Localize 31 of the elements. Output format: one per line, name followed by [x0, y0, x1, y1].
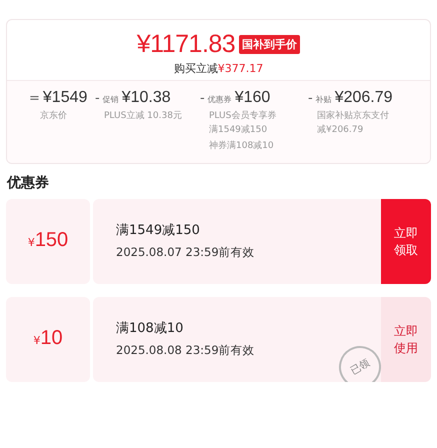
- operator-sign: =: [29, 91, 40, 106]
- saving-amount: ¥377.17: [218, 62, 264, 75]
- coupon-value: 150: [34, 229, 68, 252]
- price-badge: 国补到手价: [239, 35, 300, 54]
- section-title: 优惠券: [7, 174, 50, 192]
- price-item-note: 京东价: [39, 110, 68, 123]
- coupon-value: 10: [40, 327, 63, 350]
- price-item-amount: ¥160: [234, 89, 270, 107]
- price-item-note: PLUS会员专享券满1549减150: [208, 110, 278, 137]
- price-item-amount: ¥1549: [42, 89, 88, 107]
- saving-label: 购买立减: [174, 62, 218, 75]
- coupon-validity: 2025.08.07 23:59前有效: [116, 245, 256, 260]
- price-item-label: 补贴: [316, 94, 332, 105]
- price-item-amount: ¥10.38: [122, 89, 171, 107]
- operator-sign: -: [200, 91, 205, 106]
- operator-sign: -: [95, 91, 100, 106]
- price-item-label: 促销: [102, 94, 119, 105]
- claim-button[interactable]: 立即领取: [381, 199, 431, 284]
- price-item-note: 神券满108减10: [208, 140, 275, 153]
- final-price: ¥1171.83: [136, 30, 236, 59]
- coupon-condition: 满108减10: [116, 320, 184, 337]
- coupon-condition: 满1549减150: [116, 222, 201, 239]
- price-item-note: 国家补贴京东支付减¥206.79: [316, 110, 390, 137]
- coupon-validity: 2025.08.08 23:59前有效: [116, 343, 256, 358]
- price-item-amount: ¥206.79: [334, 89, 393, 107]
- use-button[interactable]: 立即使用: [381, 297, 431, 382]
- price-item-note: PLUS立减 10.38元: [103, 110, 183, 123]
- currency-sign: ¥: [28, 236, 35, 249]
- price-item-label: 优惠券: [208, 94, 232, 105]
- operator-sign: -: [308, 91, 313, 106]
- currency-sign: ¥: [33, 334, 40, 347]
